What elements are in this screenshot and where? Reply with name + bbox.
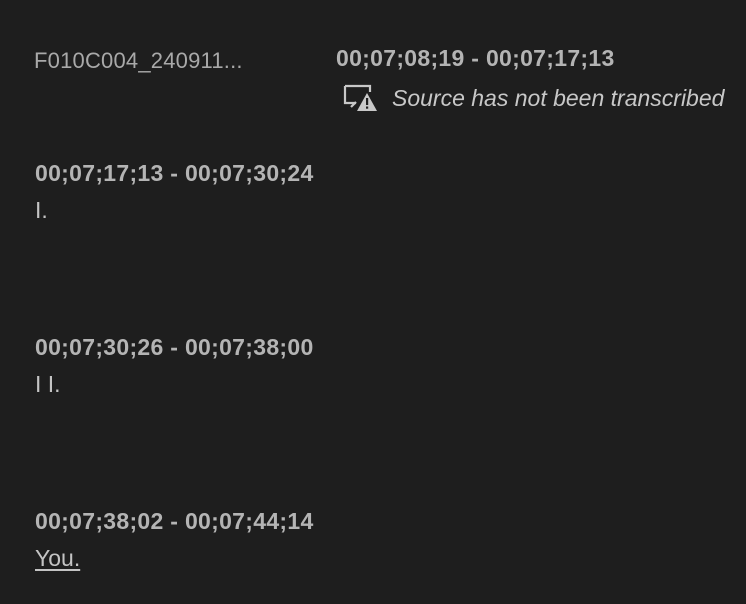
transcript-segment: 00;07;38;02 - 00;07;44;14 You. bbox=[35, 508, 314, 572]
monitor-warning-icon bbox=[342, 83, 378, 113]
transcript-panel: F010C004_240911... 00;07;08;19 - 00;07;1… bbox=[0, 0, 746, 604]
segment-text[interactable]: I. bbox=[35, 197, 314, 224]
segment-timecode[interactable]: 00;07;38;02 - 00;07;44;14 bbox=[35, 508, 314, 535]
notice-text: Source has not been transcribed bbox=[392, 84, 725, 111]
untranscribed-notice: Source has not been transcribed bbox=[342, 83, 724, 113]
segment-timecode[interactable]: 00;07;17;13 - 00;07;30;24 bbox=[35, 160, 314, 187]
clip-name[interactable]: F010C004_240911... bbox=[34, 48, 243, 74]
transcript-segment: 00;07;17;13 - 00;07;30;24 I. bbox=[35, 160, 314, 224]
untranscribed-timecode[interactable]: 00;07;08;19 - 00;07;17;13 bbox=[336, 45, 615, 72]
segment-text[interactable]: I I. bbox=[35, 371, 314, 398]
segment-text[interactable]: You. bbox=[35, 545, 314, 572]
transcript-segment: 00;07;30;26 - 00;07;38;00 I I. bbox=[35, 334, 314, 398]
segment-timecode[interactable]: 00;07;30;26 - 00;07;38;00 bbox=[35, 334, 314, 361]
